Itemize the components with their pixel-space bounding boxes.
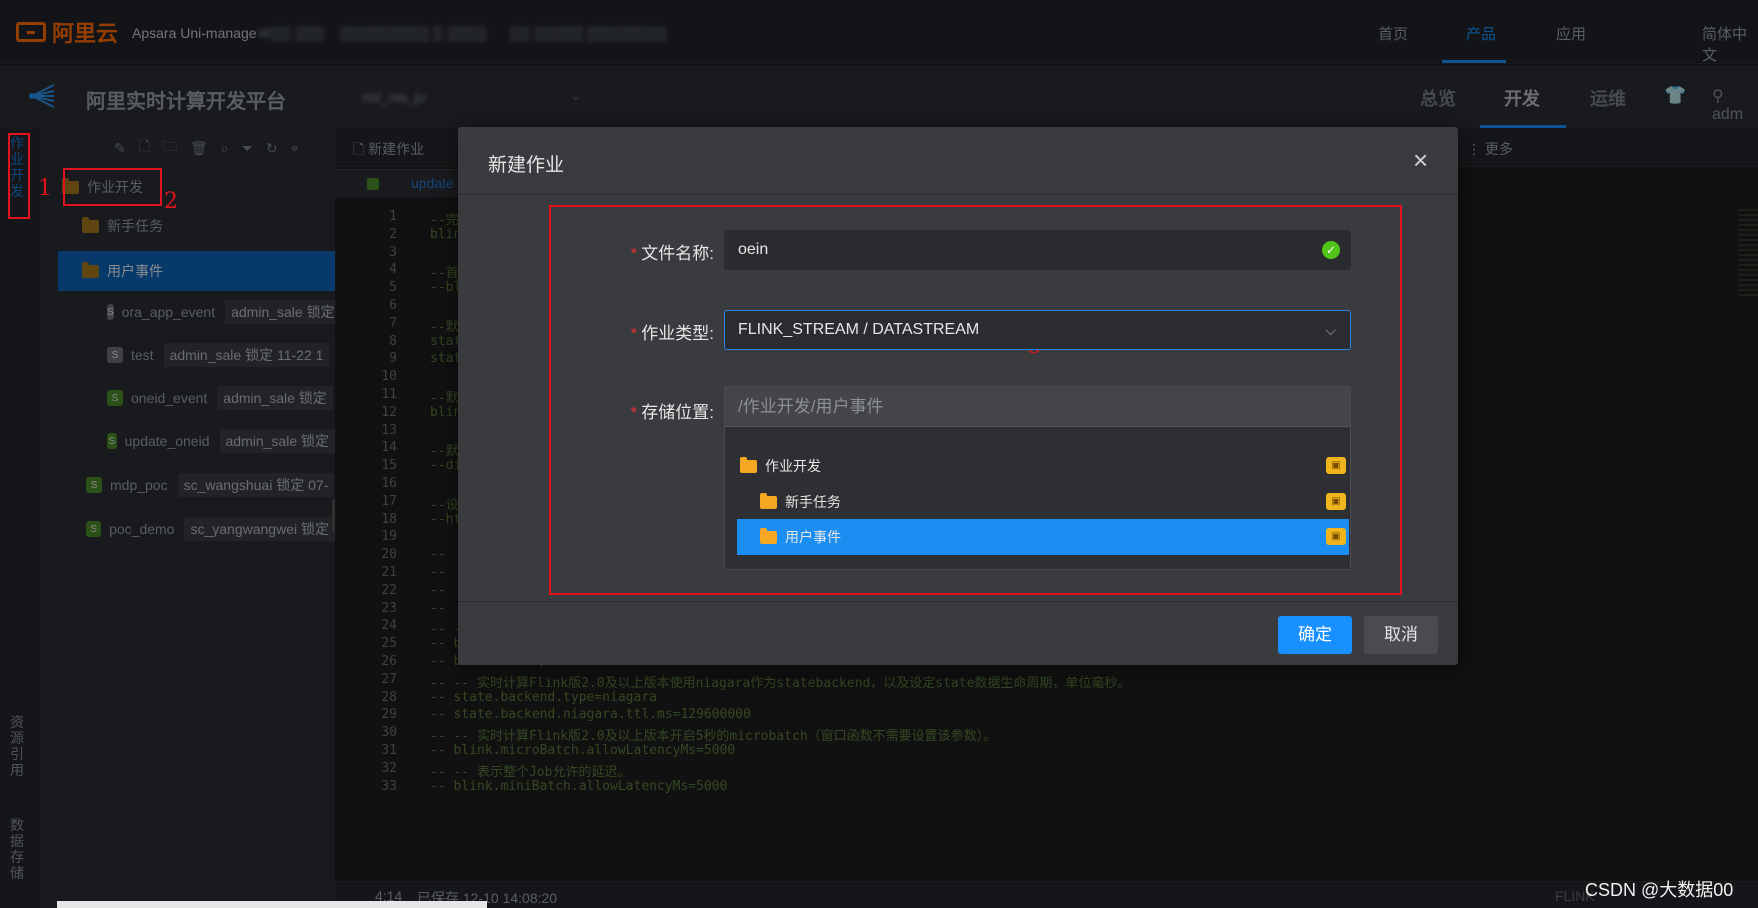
annotation-box-1 bbox=[8, 133, 30, 219]
file-name-input[interactable]: oein ✓ bbox=[724, 230, 1351, 270]
type-label: * 作业类型: bbox=[458, 319, 714, 344]
name-label: * 文件名称: bbox=[458, 239, 714, 264]
storage-folder-label: 用户事件 bbox=[785, 529, 841, 545]
dialog-header: 新建作业 × bbox=[458, 127, 1458, 195]
folder-add-icon[interactable]: ▣ bbox=[1326, 493, 1346, 510]
folder-add-icon[interactable]: ▣ bbox=[1326, 528, 1346, 545]
new-job-dialog: 新建作业 × 3 *文件名称: oein ✓ *作业类型: FLINK_STRE… bbox=[458, 127, 1458, 665]
cancel-button[interactable]: 取消 bbox=[1364, 616, 1438, 654]
storage-folder-label: 作业开发 bbox=[765, 458, 821, 474]
annotation-label-1: 1 bbox=[38, 176, 52, 201]
chevron-down-icon: ⌵ bbox=[1325, 322, 1336, 338]
annotation-box-2 bbox=[63, 168, 162, 206]
file-name-value: oein bbox=[738, 241, 769, 258]
storage-location-picker: /作业开发/用户事件 作业开发 ▣ 新手任务 ▣ 用户事件 ▣ bbox=[724, 386, 1351, 570]
job-type-value: FLINK_STREAM / DATASTREAM bbox=[738, 321, 980, 338]
annotation-label-2: 2 bbox=[164, 189, 178, 214]
storage-folder-selected[interactable]: 用户事件 ▣ bbox=[737, 519, 1349, 555]
type-label-text: 作业类型: bbox=[641, 324, 714, 343]
folder-add-icon[interactable]: ▣ bbox=[1326, 457, 1346, 474]
required-mark: * bbox=[630, 244, 638, 263]
dialog-title: 新建作业 bbox=[488, 155, 565, 176]
required-mark: * bbox=[630, 403, 638, 422]
dialog-footer: 确定 取消 bbox=[458, 601, 1458, 665]
required-mark: * bbox=[630, 324, 638, 343]
folder-icon bbox=[740, 456, 757, 473]
storage-folder[interactable]: 作业开发 ▣ bbox=[737, 448, 1349, 484]
storage-path-input[interactable]: /作业开发/用户事件 bbox=[725, 387, 1350, 427]
watermark: CSDN @大数据00 bbox=[1585, 880, 1734, 900]
storage-label-text: 存储位置: bbox=[641, 403, 714, 422]
storage-folder[interactable]: 新手任务 ▣ bbox=[737, 484, 1349, 520]
name-label-text: 文件名称: bbox=[641, 244, 714, 263]
confirm-button[interactable]: 确定 bbox=[1278, 616, 1352, 654]
close-icon[interactable]: × bbox=[1413, 145, 1428, 176]
storage-folder-label: 新手任务 bbox=[785, 494, 841, 510]
storage-label: * 存储位置: bbox=[458, 398, 714, 423]
horizontal-scrollbar[interactable] bbox=[57, 901, 487, 908]
folder-icon bbox=[760, 492, 777, 509]
folder-icon bbox=[760, 527, 777, 544]
check-icon: ✓ bbox=[1322, 241, 1340, 259]
job-type-select[interactable]: FLINK_STREAM / DATASTREAM ⌵ bbox=[724, 310, 1351, 350]
